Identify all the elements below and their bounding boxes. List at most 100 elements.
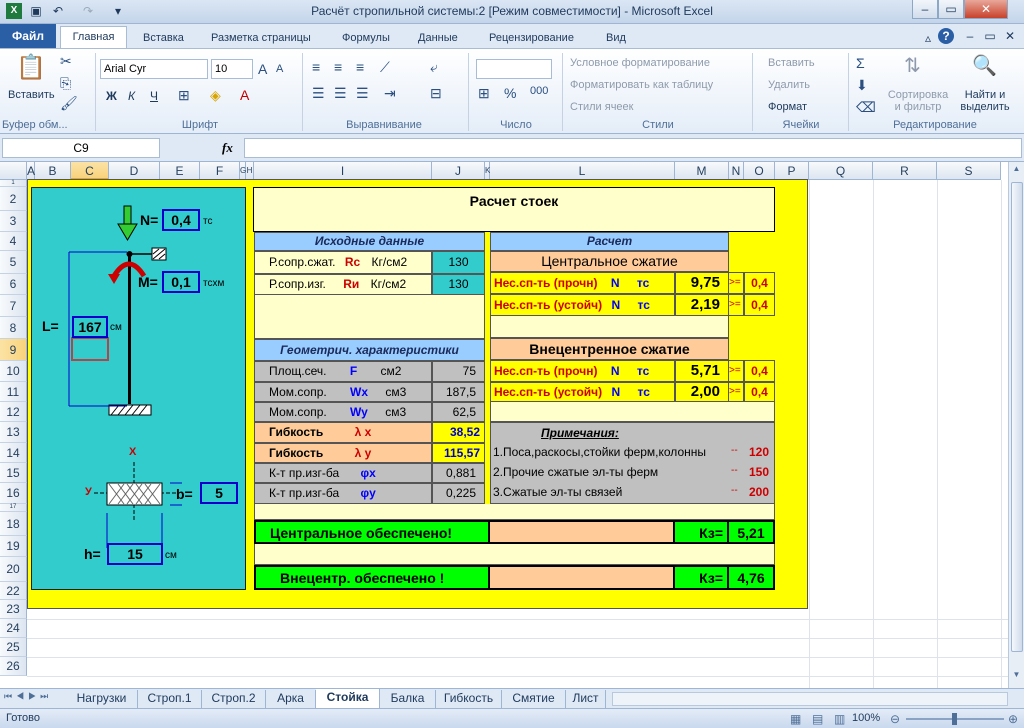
paste-button[interactable]: Вставить xyxy=(8,89,55,101)
tab-view[interactable]: Вид xyxy=(606,28,626,48)
sheet-tab[interactable]: Строп.2 xyxy=(202,690,266,708)
currency-icon[interactable]: ⊞ xyxy=(478,85,490,102)
find-select-button[interactable]: Найти и выделить xyxy=(954,89,1016,113)
number-format-select[interactable] xyxy=(476,59,552,79)
tab-review[interactable]: Рецензирование xyxy=(489,28,574,48)
format-as-table-button[interactable]: Форматировать как таблицу xyxy=(570,79,713,91)
fx-icon[interactable]: fx xyxy=(222,140,233,156)
column-header[interactable]: I xyxy=(254,162,432,180)
font-size-select[interactable]: 10 xyxy=(211,59,253,79)
column-header[interactable]: D xyxy=(109,162,160,180)
copy-icon[interactable]: ⎘ xyxy=(60,75,71,92)
merge-icon[interactable]: ⊟ xyxy=(430,85,442,102)
column-header[interactable]: Q xyxy=(809,162,873,180)
minimize-button[interactable]: – xyxy=(912,0,938,19)
column-header[interactable]: M xyxy=(675,162,729,180)
ribbon-minimize-icon[interactable]: ▵ xyxy=(920,30,936,46)
length-l-value[interactable]: 167 xyxy=(72,316,108,338)
moment-m-value[interactable]: 0,1 xyxy=(162,271,200,293)
tab-page-layout[interactable]: Разметка страницы xyxy=(211,28,311,48)
sheet-nav-icon[interactable]: ⏮◀▶⏭ xyxy=(4,691,52,702)
align-right-icon[interactable]: ☰ xyxy=(356,85,369,102)
column-header[interactable]: P xyxy=(775,162,809,180)
row-header[interactable]: 8 xyxy=(0,317,27,339)
scroll-up-icon[interactable]: ▲ xyxy=(1010,164,1023,178)
row-header[interactable]: 2 xyxy=(0,187,27,211)
selected-cell-c9[interactable] xyxy=(71,337,109,361)
clear-icon[interactable]: ⌫ xyxy=(856,99,876,116)
tab-home[interactable]: Главная xyxy=(60,26,127,48)
sheet-tab[interactable]: Балка xyxy=(380,690,436,708)
insert-cells-button[interactable]: Вставить xyxy=(768,57,815,69)
font-color-icon[interactable]: A xyxy=(240,87,249,103)
bold-button[interactable]: Ж xyxy=(106,89,117,103)
width-b-value[interactable]: 5 xyxy=(200,482,238,504)
rc-value[interactable]: 130 xyxy=(432,251,485,274)
row-header[interactable]: 3 xyxy=(0,211,27,232)
vertical-scrollbar[interactable]: ▲ ▼ xyxy=(1008,162,1024,688)
column-header[interactable]: L xyxy=(490,162,675,180)
column-header[interactable]: E xyxy=(160,162,200,180)
format-painter-icon[interactable]: 🖌 xyxy=(60,95,78,112)
row-header[interactable]: 10 xyxy=(0,361,27,382)
row-header[interactable]: 26 xyxy=(0,657,27,676)
sheet-tab[interactable]: Гибкость xyxy=(436,690,502,708)
font-name-select[interactable]: Arial Cyr xyxy=(100,59,208,79)
sheet-tab[interactable]: Смятие xyxy=(502,690,566,708)
sheet-tab[interactable]: Нагрузки xyxy=(66,690,138,708)
sheet-tab[interactable]: Строп.1 xyxy=(138,690,202,708)
row-header[interactable]: 22 xyxy=(0,582,27,600)
horizontal-scrollbar[interactable] xyxy=(612,692,1008,706)
sheet-tab[interactable]: Лист xyxy=(566,690,606,708)
page-break-view-icon[interactable]: ▥ xyxy=(834,712,845,726)
zoom-level[interactable]: 100% xyxy=(852,712,880,724)
align-bottom-icon[interactable]: ≡ xyxy=(356,59,364,75)
select-all-corner[interactable] xyxy=(0,162,27,180)
wrap-text-icon[interactable]: ⤶ xyxy=(430,59,438,76)
sheet-tab[interactable]: Арка xyxy=(266,690,316,708)
align-top-icon[interactable]: ≡ xyxy=(312,59,320,75)
column-header[interactable]: A xyxy=(27,162,35,180)
format-cells-button[interactable]: Формат xyxy=(768,101,807,113)
column-header[interactable]: S xyxy=(937,162,1001,180)
scroll-down-icon[interactable]: ▼ xyxy=(1010,670,1023,684)
normal-view-icon[interactable]: ▦ xyxy=(790,712,801,726)
row-header[interactable]: 6 xyxy=(0,274,27,295)
scroll-thumb[interactable] xyxy=(1011,182,1023,652)
row-header[interactable]: 13 xyxy=(0,422,27,443)
page-layout-view-icon[interactable]: ▤ xyxy=(812,712,823,726)
column-header[interactable]: H xyxy=(246,162,254,180)
indent-icon[interactable]: ⇥ xyxy=(384,85,396,102)
align-middle-icon[interactable]: ≡ xyxy=(334,59,342,75)
cell-styles-button[interactable]: Стили ячеек xyxy=(570,101,633,113)
close-button[interactable]: ✕ xyxy=(964,0,1008,19)
cut-icon[interactable]: ✂ xyxy=(60,53,72,70)
row-header[interactable]: 17 xyxy=(0,504,27,512)
row-header[interactable]: 12 xyxy=(0,402,27,422)
sort-filter-icon[interactable]: ⇅ xyxy=(904,53,921,78)
load-n-value[interactable]: 0,4 xyxy=(162,209,200,231)
doc-close-button[interactable]: ✕ xyxy=(1002,28,1018,44)
row-header[interactable]: 14 xyxy=(0,443,27,463)
zoom-slider-thumb[interactable] xyxy=(952,713,957,725)
fill-icon[interactable]: ⬇ xyxy=(856,77,868,94)
zoom-in-icon[interactable]: ⊕ xyxy=(1008,712,1018,726)
align-center-icon[interactable]: ☰ xyxy=(334,85,347,102)
italic-button[interactable]: К xyxy=(128,89,135,103)
row-header[interactable]: 16 xyxy=(0,483,27,504)
find-select-icon[interactable]: 🔍 xyxy=(972,53,997,78)
row-header[interactable]: 18 xyxy=(0,512,27,536)
shrink-font-icon[interactable]: A xyxy=(276,63,283,75)
zoom-out-icon[interactable]: ⊖ xyxy=(890,712,900,726)
column-header[interactable]: B xyxy=(35,162,71,180)
formula-input[interactable] xyxy=(244,138,1022,158)
column-header[interactable]: C xyxy=(71,162,109,180)
row-header[interactable]: 1 xyxy=(0,180,27,187)
thousands-icon[interactable]: 000 xyxy=(530,85,548,97)
underline-button[interactable]: Ч xyxy=(150,89,158,103)
row-header[interactable]: 19 xyxy=(0,536,27,557)
sheet-tab-active[interactable]: Стойка xyxy=(316,689,380,708)
help-icon[interactable]: ? xyxy=(938,28,954,44)
maximize-button[interactable]: ▭ xyxy=(938,0,964,19)
borders-icon[interactable]: ⊞ xyxy=(178,87,190,104)
